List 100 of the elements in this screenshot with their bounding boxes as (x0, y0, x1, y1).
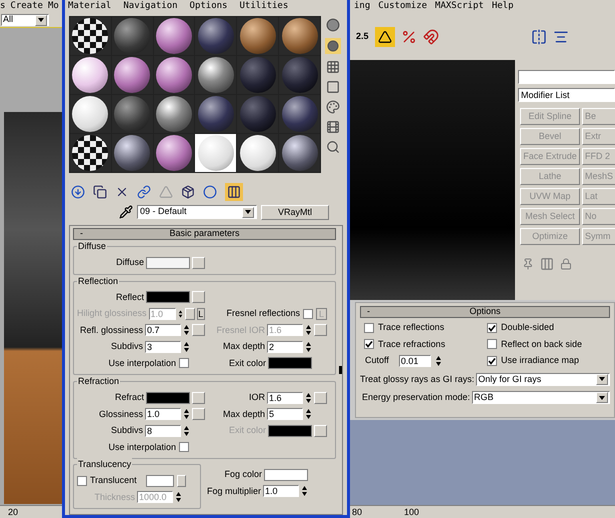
map-button[interactable] (192, 324, 205, 336)
checkbox[interactable] (364, 322, 374, 333)
sample-slot[interactable] (237, 134, 278, 172)
menu-item[interactable]: Create (10, 0, 43, 13)
sphere-drawing (72, 96, 108, 132)
color-swatch[interactable] (268, 357, 312, 370)
input-field[interactable]: 1.6 (267, 392, 303, 404)
scroll-bar[interactable] (339, 366, 342, 374)
input-field[interactable]: 0.01 (398, 354, 431, 367)
name-field[interactable] (518, 70, 615, 84)
spinner-arrows-icon[interactable] (183, 408, 190, 420)
sample-slot[interactable] (154, 56, 194, 94)
dropdown[interactable]: RGB (472, 391, 610, 404)
field-label: Exit color (228, 356, 266, 370)
field-label: Thickness (94, 490, 135, 504)
map-button[interactable] (192, 291, 205, 304)
spinner-arrows-icon[interactable] (305, 340, 312, 353)
checkbox[interactable] (487, 356, 497, 366)
menu-item[interactable]: Navigation (123, 0, 178, 13)
sample-slot[interactable] (70, 56, 111, 94)
spinner-arrows-icon[interactable] (183, 324, 190, 336)
field-label: Exit color (228, 424, 266, 437)
spinner-arrows-icon[interactable] (183, 424, 190, 437)
sample-slot[interactable] (70, 134, 111, 172)
input-field[interactable]: 0.7 (145, 324, 181, 336)
spinner-arrows-icon[interactable] (434, 354, 442, 367)
checkbox[interactable] (179, 442, 189, 452)
sample-slot[interactable] (154, 134, 194, 172)
input-field[interactable]: 5 (267, 408, 303, 420)
copy-icon (93, 185, 107, 199)
spinner-arrows-icon[interactable] (305, 392, 312, 404)
field-label: Max depth (222, 408, 265, 421)
dropdown[interactable]: Only for GI rays (476, 372, 610, 386)
color-swatch[interactable] (146, 291, 190, 304)
checkbox[interactable] (303, 308, 313, 319)
menu-item[interactable]: Help (492, 0, 514, 13)
sphere-drawing (198, 96, 234, 132)
map-button[interactable] (314, 392, 327, 404)
field-label: Reflect (116, 290, 144, 304)
sample-slot[interactable] (237, 17, 278, 55)
material-type-button[interactable]: VRayMtl (261, 204, 329, 220)
percent-icon (400, 28, 417, 44)
checkbox-label: Trace reflections (378, 321, 444, 334)
menu-item[interactable]: Material (68, 0, 112, 13)
spinner-arrows-icon[interactable] (301, 485, 308, 498)
input-field[interactable]: 1.0 (145, 408, 181, 420)
map-button[interactable] (192, 408, 205, 420)
sphere-drawing (282, 18, 318, 54)
field-label: Treat glossy rays as GI rays: (360, 372, 474, 386)
color-swatch[interactable] (146, 256, 190, 269)
sample-slot[interactable] (279, 134, 320, 172)
sample-slot[interactable] (112, 134, 153, 172)
menu-item[interactable]: ing (354, 0, 370, 13)
map-button[interactable] (176, 474, 186, 487)
sample-slot[interactable] (279, 17, 320, 55)
input-field[interactable]: 2 (267, 340, 303, 353)
backlight-button[interactable] (325, 38, 341, 54)
menu-item[interactable]: Mo (48, 0, 59, 13)
menu-item[interactable]: s (0, 0, 6, 13)
map-button[interactable] (192, 256, 205, 269)
sphere-drawing (282, 57, 318, 93)
sphere-drawing (156, 135, 192, 171)
input-field[interactable]: 1.0 (263, 485, 299, 498)
checkbox[interactable] (487, 339, 497, 350)
sample-slot[interactable] (70, 17, 111, 55)
menu-item[interactable]: MAXScript (435, 0, 484, 13)
sphere-drawing (282, 135, 318, 171)
sphere-drawing (114, 135, 150, 171)
menu-item[interactable]: Customize (378, 0, 428, 13)
spinner-arrows-icon[interactable] (305, 324, 312, 336)
color-swatch[interactable] (146, 474, 174, 487)
spinner-arrows-icon[interactable] (305, 408, 312, 420)
field-label: Subdivs (110, 424, 143, 437)
sphere-drawing (72, 18, 108, 54)
checkbox[interactable] (179, 358, 189, 368)
color-swatch[interactable] (146, 392, 190, 404)
material-name-dropdown[interactable]: 09 - Default (137, 205, 257, 219)
checkbox[interactable] (76, 476, 87, 486)
menu-item[interactable]: Options (190, 0, 228, 13)
rollout-header[interactable]: - Options (360, 306, 610, 318)
sample-slot[interactable] (154, 95, 194, 133)
color-swatch[interactable] (264, 468, 308, 481)
columns-icon (540, 257, 554, 271)
toggle-button[interactable] (225, 183, 243, 201)
modifier-list-dropdown[interactable]: Modifier List (518, 88, 615, 102)
filter-dropdown[interactable]: All (1, 14, 49, 26)
input-field[interactable]: 3 (145, 340, 181, 353)
checkbox[interactable] (487, 322, 497, 333)
angle-snap-button[interactable] (374, 26, 395, 46)
sample-slot[interactable] (112, 56, 153, 94)
menu-item[interactable]: Utilities (239, 0, 288, 13)
sample-slot[interactable] (70, 95, 111, 133)
group-title: Reflection (77, 274, 120, 286)
input-field[interactable]: 8 (145, 424, 181, 437)
rollout-header[interactable]: - Basic parameters (73, 228, 336, 240)
sample-slot[interactable] (195, 56, 236, 94)
sample-slot[interactable] (154, 17, 194, 55)
checkbox[interactable] (364, 339, 374, 350)
spinner-arrows-icon[interactable] (183, 340, 190, 353)
map-button[interactable] (192, 392, 205, 404)
